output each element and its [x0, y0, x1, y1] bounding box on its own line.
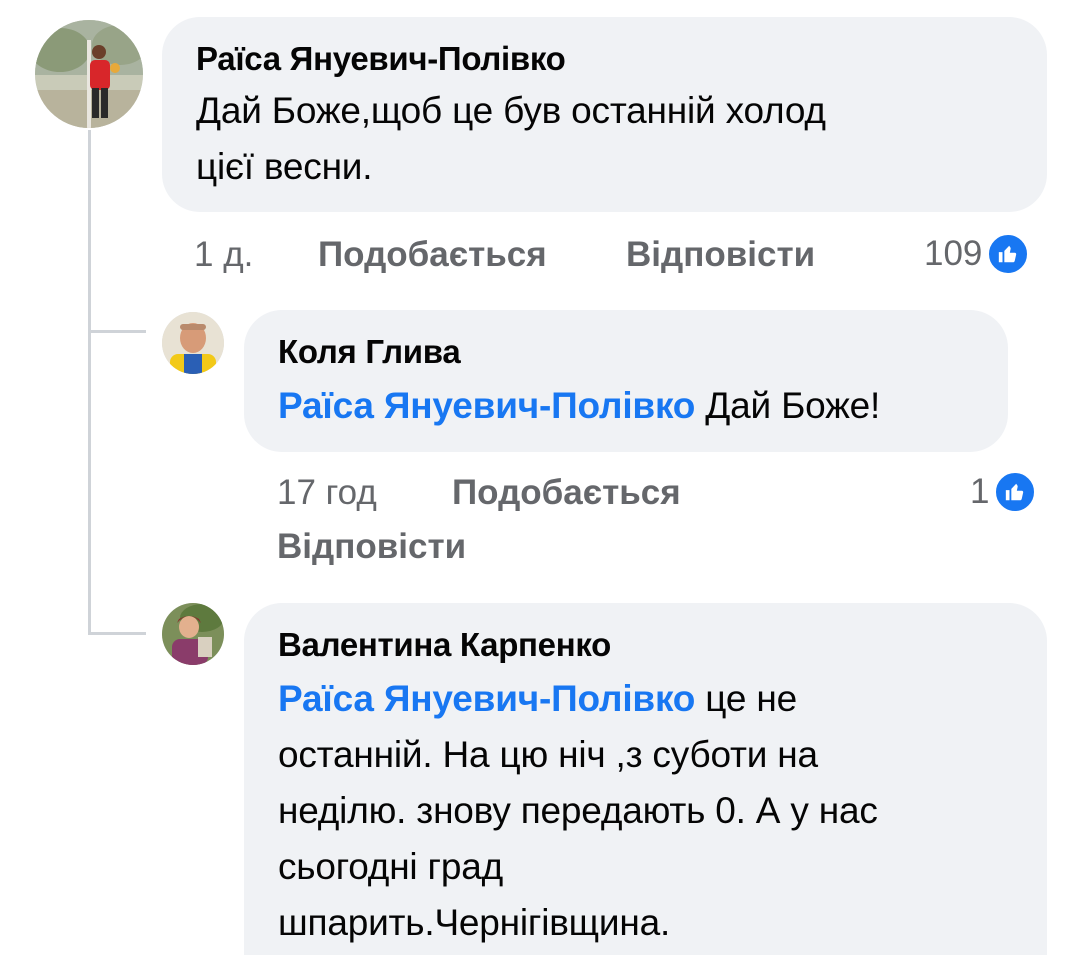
reply-button[interactable]: Відповісти: [626, 234, 815, 276]
comment-bubble-kolia[interactable]: Коля Глива Раїса Януевич-Полівко Дай Бож…: [244, 310, 1008, 452]
avatar-valentyna-photo: [162, 603, 224, 665]
comment-text-line: неділю. знову передають 0. А у нас: [278, 790, 878, 831]
comment-text-line: сьогодні град: [278, 846, 503, 887]
comment-author[interactable]: Раїса Януевич-Полівко: [196, 39, 1013, 79]
like-count[interactable]: 109: [924, 232, 1031, 276]
like-thumb-icon: [986, 232, 1031, 276]
thread-line-vertical: [88, 130, 91, 635]
comment-text-body: це не: [705, 678, 797, 719]
comment-text: Раїса Януевич-Полівко Дай Боже!: [278, 378, 974, 434]
like-count-value: 109: [924, 234, 983, 273]
avatar-kolia[interactable]: [162, 312, 224, 374]
like-count-value: 1: [970, 472, 990, 511]
comment-text-line: Дай Боже,щоб це був останній холод: [196, 90, 826, 131]
avatar-valentyna[interactable]: [162, 603, 224, 665]
thread-branch-2: [88, 632, 146, 635]
avatar-raisa-photo: [35, 20, 143, 128]
comment-text-line: цієї весни.: [196, 146, 373, 187]
avatar-kolia-photo: [162, 312, 224, 374]
comment-time[interactable]: 17 год: [277, 472, 377, 514]
comment-time[interactable]: 1 д.: [194, 234, 253, 276]
mention-link[interactable]: Раїса Януевич-Полівко: [278, 385, 695, 426]
thread-branch-1: [88, 330, 146, 333]
comment-author[interactable]: Валентина Карпенко: [278, 625, 1013, 665]
like-thumb-icon: [993, 470, 1038, 514]
like-count[interactable]: 1: [970, 470, 1038, 514]
comment-text-line: шпарить.Чернігівщина.: [278, 902, 671, 943]
like-button[interactable]: Подобається: [452, 472, 681, 514]
avatar-raisa[interactable]: [35, 20, 143, 128]
comment-author[interactable]: Коля Глива: [278, 332, 974, 372]
like-button[interactable]: Подобається: [318, 234, 547, 276]
mention-link[interactable]: Раїса Януевич-Полівко: [278, 678, 695, 719]
reply-button[interactable]: Відповісти: [277, 526, 466, 568]
comment-text-line: останній. На цю ніч ,з суботи на: [278, 734, 818, 775]
comment-text: Раїса Януевич-Полівко це не: [278, 671, 1013, 727]
comment-text-body: Дай Боже!: [705, 385, 881, 426]
comment-bubble-valentyna[interactable]: Валентина Карпенко Раїса Януевич-Полівко…: [244, 603, 1047, 955]
comment-bubble-raisa[interactable]: Раїса Януевич-Полівко Дай Боже,щоб це бу…: [162, 17, 1047, 212]
